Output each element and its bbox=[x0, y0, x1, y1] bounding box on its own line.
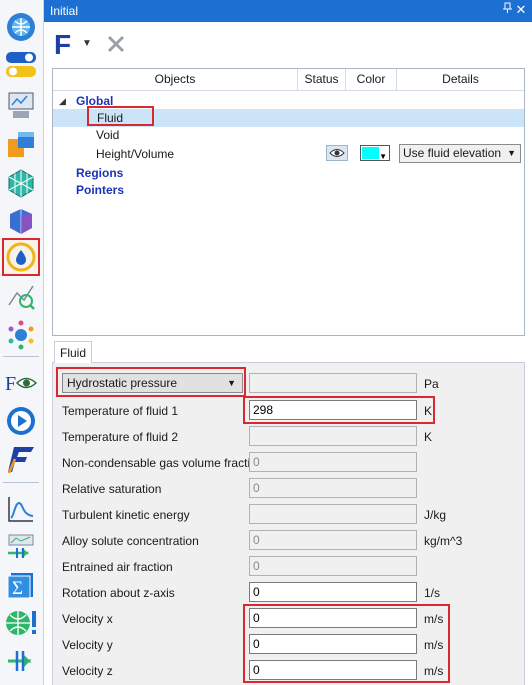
column-header-objects[interactable]: Objects bbox=[53, 69, 298, 91]
tree-item-void: Void bbox=[96, 128, 120, 142]
global-settings-icon[interactable] bbox=[2, 8, 40, 46]
label-turbulent-kinetic-energy: Turbulent kinetic energy bbox=[62, 508, 190, 522]
flow-solver-icon[interactable] bbox=[2, 440, 40, 478]
tab-fluid[interactable]: Fluid bbox=[54, 341, 92, 364]
temperature-fluid-2-input[interactable] bbox=[249, 426, 417, 446]
close-icon[interactable]: ✕ bbox=[513, 2, 529, 18]
materials-icon[interactable] bbox=[2, 126, 40, 164]
label-alloy-solute: Alloy solute concentration bbox=[62, 534, 199, 548]
entrained-air-input[interactable]: 0 bbox=[249, 556, 417, 576]
run-simulation-icon[interactable] bbox=[2, 402, 40, 440]
turbulent-kinetic-energy-input[interactable] bbox=[249, 504, 417, 524]
window-titlebar: Initial ✕ bbox=[44, 0, 532, 22]
left-toolbar: F Σ bbox=[0, 0, 44, 685]
svg-text:Σ: Σ bbox=[12, 578, 23, 599]
alloy-solute-input[interactable]: 0 bbox=[249, 530, 417, 550]
tree-row-regions[interactable]: Regions bbox=[53, 164, 524, 182]
color-picker[interactable]: ▼ bbox=[360, 145, 390, 161]
relative-saturation-input[interactable]: 0 bbox=[249, 478, 417, 498]
chevron-down-icon: ▼ bbox=[507, 148, 516, 158]
new-object-button[interactable]: F bbox=[54, 30, 71, 60]
tree-group-pointers: Pointers bbox=[76, 183, 125, 197]
label-temperature-fluid-2: Temperature of fluid 2 bbox=[62, 430, 179, 444]
svg-text:F: F bbox=[5, 373, 16, 395]
highlight-pressure-type bbox=[56, 367, 246, 397]
pressure-unit: Pa bbox=[424, 377, 439, 391]
tree-row-pointers[interactable]: Pointers bbox=[53, 181, 524, 199]
column-header-status[interactable]: Status bbox=[298, 69, 346, 91]
column-header-color[interactable]: Color bbox=[346, 69, 397, 91]
tree-item-height-volume: Height/Volume bbox=[96, 147, 175, 161]
label-temperature-fluid-1: Temperature of fluid 1 bbox=[62, 404, 179, 418]
tree-row-height-volume[interactable]: Height/Volume ▼ Use fluid elevation ▼ bbox=[53, 144, 524, 164]
geometry-box-icon[interactable] bbox=[2, 202, 40, 240]
tree-row-void[interactable]: Void bbox=[53, 126, 524, 144]
gas-volume-fraction-input[interactable]: 0 bbox=[249, 452, 417, 472]
details-select-value: Use fluid elevation bbox=[403, 146, 502, 160]
rotation-z-input[interactable]: 0 bbox=[249, 582, 417, 602]
unit-rotation-z: 1/s bbox=[424, 586, 441, 600]
summation-icon[interactable]: Σ bbox=[2, 566, 40, 604]
tree-group-regions: Regions bbox=[76, 166, 124, 180]
label-velocity-z: Velocity z bbox=[62, 664, 113, 678]
chevron-down-icon[interactable]: ▼ bbox=[82, 38, 92, 49]
column-header-details[interactable]: Details bbox=[397, 69, 524, 91]
highlight-fluid bbox=[87, 106, 154, 126]
highlight-temperature bbox=[243, 396, 435, 424]
pressure-value-field[interactable] bbox=[249, 373, 417, 393]
visibility-eye-icon[interactable] bbox=[326, 145, 348, 161]
tab-strip: Fluid bbox=[52, 341, 525, 364]
label-velocity-y: Velocity y bbox=[62, 638, 113, 652]
numerics-monitor-icon[interactable] bbox=[2, 86, 40, 124]
global-warning-icon[interactable] bbox=[2, 604, 40, 642]
output-palette-icon[interactable] bbox=[2, 316, 40, 354]
mesh-icon[interactable] bbox=[2, 164, 40, 202]
window-title: Initial bbox=[50, 4, 79, 18]
details-select[interactable]: Use fluid elevation ▼ bbox=[399, 144, 521, 163]
expand-arrow-icon[interactable]: ◢ bbox=[59, 92, 66, 110]
unit-temperature-fluid-2: K bbox=[424, 430, 433, 444]
physics-toggle-icon[interactable] bbox=[2, 46, 40, 84]
main-toolbar: F ▼ bbox=[44, 22, 532, 66]
label-gas-volume-fraction: Non-condensable gas volume fraction bbox=[62, 456, 264, 470]
label-velocity-x: Velocity x bbox=[62, 612, 113, 626]
initial-conditions-icon[interactable] bbox=[2, 238, 40, 276]
history-plot-icon[interactable] bbox=[2, 528, 40, 566]
delete-icon[interactable] bbox=[106, 34, 126, 54]
label-relative-saturation: Relative saturation bbox=[62, 482, 162, 496]
color-swatch bbox=[362, 147, 379, 159]
unit-turbulent-kinetic-energy: J/kg bbox=[424, 508, 447, 522]
probes-icon[interactable] bbox=[2, 278, 40, 316]
label-entrained-air: Entrained air fraction bbox=[62, 560, 173, 574]
highlight-velocities bbox=[243, 604, 450, 683]
label-rotation-z: Rotation about z-axis bbox=[62, 586, 175, 600]
preview-eye-icon[interactable]: F bbox=[2, 364, 40, 402]
unit-alloy-solute: kg/m^3 bbox=[424, 534, 463, 548]
analyze-plot-icon[interactable] bbox=[2, 490, 40, 528]
transfer-arrows-icon[interactable] bbox=[2, 642, 40, 680]
